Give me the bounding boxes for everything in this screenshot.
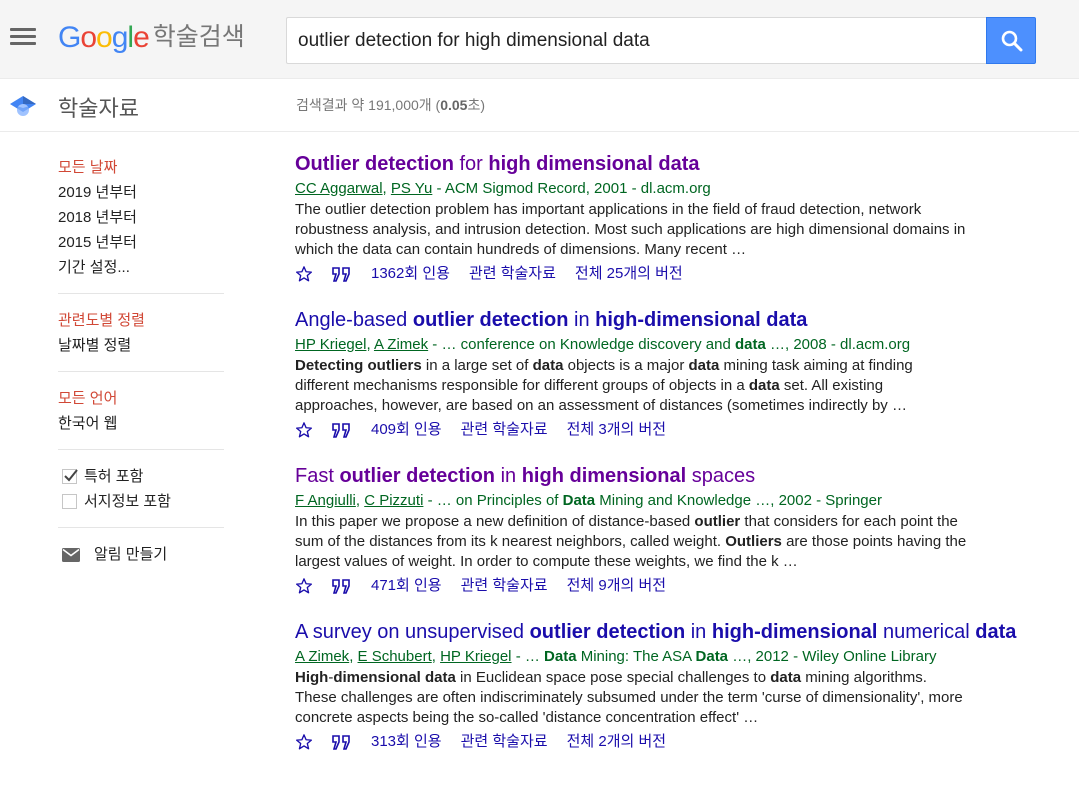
filter-since-2015[interactable]: 2015 년부터 <box>58 230 224 255</box>
include-patents-checkbox[interactable]: 특허 포함 <box>58 464 224 489</box>
related-articles-link[interactable]: 관련 학술자료 <box>461 731 548 753</box>
mail-icon <box>62 547 80 562</box>
search-result: Fast outlier detection in high dimension… <box>295 465 1035 597</box>
search-input[interactable] <box>287 18 986 63</box>
logo-subtitle: 학술검색 <box>152 23 245 51</box>
search-result: Outlier detection for high dimensional d… <box>295 153 1035 285</box>
result-snippet: Detecting outliers in a large set of dat… <box>295 357 913 414</box>
all-versions-link[interactable]: 전체 2개의 버전 <box>567 731 666 753</box>
divider <box>58 371 224 372</box>
sub-header: 학술자료 검색결과 약 191,000개 (0.05초) <box>0 79 1079 132</box>
result-stats: 검색결과 약 191,000개 (0.05초) <box>296 97 486 113</box>
checkbox-checked[interactable] <box>62 469 78 484</box>
cite-quote-icon[interactable] <box>332 578 352 594</box>
search-result: Angle-based outlier detection in high-di… <box>295 309 1035 441</box>
cited-by-link[interactable]: 313회 인용 <box>371 731 442 753</box>
cited-by-link[interactable]: 1362회 인용 <box>371 263 450 285</box>
hamburger-menu-icon[interactable] <box>10 28 36 48</box>
all-versions-link[interactable]: 전체 9개의 버전 <box>567 575 666 597</box>
include-citations-checkbox[interactable]: 서지정보 포함 <box>58 489 224 514</box>
google-scholar-logo[interactable]: Google 학술검색 <box>58 20 245 57</box>
divider <box>58 527 224 528</box>
cite-quote-icon[interactable] <box>332 422 352 438</box>
result-snippet: High-dimensional data in Euclidean space… <box>295 669 963 726</box>
result-snippet: In this paper we propose a new definitio… <box>295 513 967 570</box>
author-link[interactable]: A Zimek <box>374 336 428 353</box>
result-title-link[interactable]: Outlier detection for high dimensional d… <box>295 153 1035 176</box>
author-link[interactable]: PS Yu <box>391 180 432 197</box>
all-versions-link[interactable]: 전체 25개의 버전 <box>575 263 683 285</box>
related-articles-link[interactable]: 관련 학술자료 <box>461 419 548 441</box>
search-button[interactable] <box>986 17 1036 64</box>
filter-sidebar: 모든 날짜 2019 년부터 2018 년부터 2015 년부터 기간 설정..… <box>58 155 224 567</box>
result-actions: 471회 인용 관련 학술자료 전체 9개의 버전 <box>295 575 1035 597</box>
result-title-link[interactable]: Angle-based outlier detection in high-di… <box>295 309 1035 332</box>
divider <box>58 449 224 450</box>
checkmark-icon <box>64 469 78 482</box>
related-articles-link[interactable]: 관련 학술자료 <box>461 575 548 597</box>
related-articles-link[interactable]: 관련 학술자료 <box>469 263 556 285</box>
cited-by-link[interactable]: 409회 인용 <box>371 419 442 441</box>
author-link[interactable]: F Angiulli <box>295 492 356 509</box>
search-box <box>286 17 986 64</box>
result-title-link[interactable]: A survey on unsupervised outlier detecti… <box>295 621 1035 644</box>
result-snippet: The outlier detection problem has import… <box>295 201 966 258</box>
checkbox-unchecked[interactable] <box>62 494 77 509</box>
sort-by-date[interactable]: 날짜별 정렬 <box>58 333 224 358</box>
author-link[interactable]: CC Aggarwal <box>295 180 383 197</box>
alert-label: 알림 만들기 <box>94 546 168 563</box>
author-link[interactable]: E Schubert <box>358 648 432 665</box>
result-meta: F Angiulli, C Pizzuti - … on Principles … <box>295 492 882 509</box>
search-result: A survey on unsupervised outlier detecti… <box>295 621 1035 753</box>
result-actions: 409회 인용 관련 학술자료 전체 3개의 버전 <box>295 419 1035 441</box>
save-star-icon[interactable] <box>295 577 313 595</box>
result-title-link[interactable]: Fast outlier detection in high dimension… <box>295 465 1035 488</box>
divider <box>58 293 224 294</box>
save-star-icon[interactable] <box>295 265 313 283</box>
filter-custom-range[interactable]: 기간 설정... <box>58 255 224 280</box>
result-actions: 313회 인용 관련 학술자료 전체 2개의 버전 <box>295 731 1035 753</box>
save-star-icon[interactable] <box>295 421 313 439</box>
result-actions: 1362회 인용 관련 학술자료 전체 25개의 버전 <box>295 263 1035 285</box>
save-star-icon[interactable] <box>295 733 313 751</box>
filter-since-2018[interactable]: 2018 년부터 <box>58 205 224 230</box>
language-any[interactable]: 모든 언어 <box>58 386 224 411</box>
scholar-cap-icon <box>10 96 36 116</box>
top-bar: Google 학술검색 <box>0 0 1079 79</box>
filter-since-2019[interactable]: 2019 년부터 <box>58 180 224 205</box>
cite-quote-icon[interactable] <box>332 734 352 750</box>
author-link[interactable]: C Pizzuti <box>364 492 423 509</box>
sort-by-relevance[interactable]: 관련도별 정렬 <box>58 308 224 333</box>
result-meta: CC Aggarwal, PS Yu - ACM Sigmod Record, … <box>295 180 711 197</box>
author-link[interactable]: HP Kriegel <box>440 648 511 665</box>
articles-label[interactable]: 학술자료 <box>58 91 139 123</box>
checkbox-label: 특허 포함 <box>84 468 144 485</box>
author-link[interactable]: HP Kriegel <box>295 336 366 353</box>
all-versions-link[interactable]: 전체 3개의 버전 <box>567 419 666 441</box>
result-meta: A Zimek, E Schubert, HP Kriegel - … Data… <box>295 648 937 665</box>
filter-any-time[interactable]: 모든 날짜 <box>58 155 224 180</box>
cite-quote-icon[interactable] <box>332 266 352 282</box>
result-meta: HP Kriegel, A Zimek - … conference on Kn… <box>295 336 911 353</box>
checkbox-label: 서지정보 포함 <box>84 493 171 510</box>
author-link[interactable]: A Zimek <box>295 648 349 665</box>
results-list: Outlier detection for high dimensional d… <box>295 153 1035 777</box>
cited-by-link[interactable]: 471회 인용 <box>371 575 442 597</box>
create-alert-button[interactable]: 알림 만들기 <box>58 542 224 567</box>
search-icon <box>1001 30 1023 52</box>
language-korean[interactable]: 한국어 웹 <box>58 411 224 436</box>
